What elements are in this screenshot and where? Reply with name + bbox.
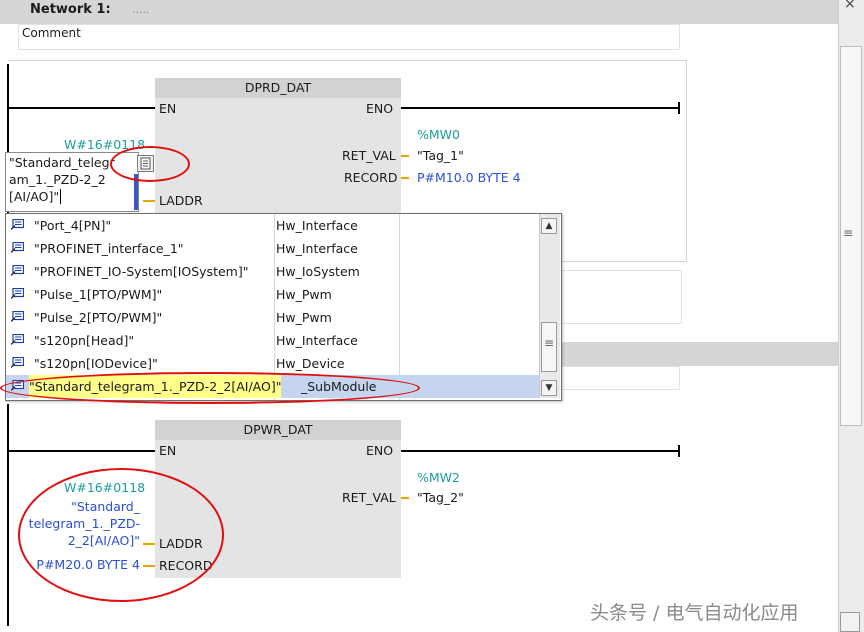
dropdown-item[interactable]: "Pulse_1[PTO/PWM]" Hw_Pwm <box>6 283 539 306</box>
selected-item-highlight-ellipse <box>0 372 420 404</box>
hw-tag-icon <box>11 242 24 253</box>
laddr-input-line-3: [AI/AO]" <box>9 189 60 204</box>
dropdown-item-type: Hw_IoSystem <box>276 264 360 279</box>
dropdown-item-type: Hw_Device <box>276 356 345 371</box>
dropdown-item-type: Hw_Interface <box>276 218 358 233</box>
dprd-record-stub <box>401 177 409 179</box>
dprd-ret-stub <box>401 155 409 157</box>
dropdown-item[interactable]: "Pulse_2[PTO/PWM]" Hw_Pwm <box>6 306 539 329</box>
dropdown-scroll-down-button[interactable]: ▼ <box>541 380 557 396</box>
right-scrollbar-grip: ≡ <box>843 226 854 240</box>
hidden-row-frame <box>560 270 682 324</box>
dpwr-dat-title: DPWR_DAT <box>243 422 313 437</box>
dropdown-item-type: Hw_Interface <box>276 333 358 348</box>
network2-header <box>560 342 838 366</box>
wire-eno-1 <box>401 107 679 109</box>
dprd-record-value[interactable]: P#M10.0 BYTE 4 <box>417 170 521 185</box>
dpwr-pin-eno: ENO <box>366 443 394 458</box>
network2-comment-frame <box>560 366 680 390</box>
dpwr-pin-en: EN <box>159 443 177 458</box>
dropdown-item[interactable]: "s120pn[Head]" Hw_Interface <box>6 329 539 352</box>
dprd-ret-addr: %MW0 <box>417 127 460 142</box>
hw-tag-icon <box>11 288 24 299</box>
dprd-ret-tag[interactable]: "Tag_1" <box>417 148 464 163</box>
dropdown-item-type: Hw_Pwm <box>276 310 332 325</box>
wire-en-2 <box>9 450 155 452</box>
block2-params-highlight-ellipse <box>18 468 224 602</box>
picker-highlight-ellipse <box>110 146 190 182</box>
dropdown-item-name: "s120pn[IODevice]" <box>34 356 158 371</box>
dropdown-item-name: "PROFINET_IO-System[IOSystem]" <box>34 264 249 279</box>
wire-end-1 <box>678 102 680 114</box>
wire-eno-2 <box>401 450 679 452</box>
laddr-input-line-1: "Standard_telegr <box>9 155 115 170</box>
hw-tag-icon <box>11 219 24 230</box>
network-header <box>0 0 838 24</box>
dpwr-ret-addr: %MW2 <box>417 470 460 485</box>
dpwr-ret-tag[interactable]: "Tag_2" <box>417 490 464 505</box>
network-title-dots: ..... <box>132 3 150 16</box>
right-scrollbar-corner[interactable] <box>840 612 860 632</box>
hw-tag-icon <box>11 311 24 322</box>
dropdown-item-name: "PROFINET_interface_1" <box>34 241 184 256</box>
dpwr-ret-stub <box>401 497 409 499</box>
laddr-input-line-2: am_1._PZD-2_2 <box>9 172 106 187</box>
dropdown-item-name: "Pulse_2[PTO/PWM]" <box>34 310 163 325</box>
dropdown-scrollbar-grip: ≡ <box>544 336 555 350</box>
wire-en-1 <box>9 107 155 109</box>
close-icon[interactable]: × <box>844 0 856 12</box>
dprd-pin-laddr: LADDR <box>159 193 203 208</box>
dropdown-item[interactable]: "Port_4[PN]" Hw_Interface <box>6 214 539 237</box>
dprd-laddr-stub <box>143 200 155 202</box>
dropdown-item[interactable]: "PROFINET_IO-System[IOSystem]" Hw_IoSyste… <box>6 260 539 283</box>
dprd-pin-ret-val: RET_VAL <box>342 148 396 163</box>
watermark: 头条号 / 电气自动化应用 <box>590 602 799 624</box>
power-rail-2 <box>7 404 9 626</box>
dropdown-item-name: "Port_4[PN]" <box>34 218 112 233</box>
dropdown-item-name: "Pulse_1[PTO/PWM]" <box>34 287 163 302</box>
dprd-pin-record: RECORD <box>344 170 398 185</box>
dropdown-item[interactable]: "s120pn[IODevice]" Hw_Device <box>6 352 539 375</box>
dropdown-scroll-up-button[interactable]: ▲ <box>541 218 557 234</box>
dropdown-item[interactable]: "PROFINET_interface_1" Hw_Interface <box>6 237 539 260</box>
hw-tag-icon <box>11 334 24 345</box>
hw-tag-icon <box>11 265 24 276</box>
dprd-pin-en: EN <box>159 101 177 116</box>
network-title[interactable]: Network 1: <box>30 2 111 17</box>
dpwr-pin-ret-val: RET_VAL <box>342 490 396 505</box>
dropdown-item-type: Hw_Pwm <box>276 287 332 302</box>
network-comment-box[interactable] <box>18 24 680 50</box>
wire-end-2 <box>678 445 680 457</box>
network-comment-text: Comment <box>22 26 81 40</box>
dprd-pin-eno: ENO <box>366 101 394 116</box>
dprd-dat-title: DPRD_DAT <box>244 80 312 95</box>
dropdown-item-type: Hw_Interface <box>276 241 358 256</box>
hw-tag-icon <box>11 357 24 368</box>
dropdown-item-name: "s120pn[Head]" <box>34 333 135 348</box>
text-cursor <box>60 189 61 204</box>
